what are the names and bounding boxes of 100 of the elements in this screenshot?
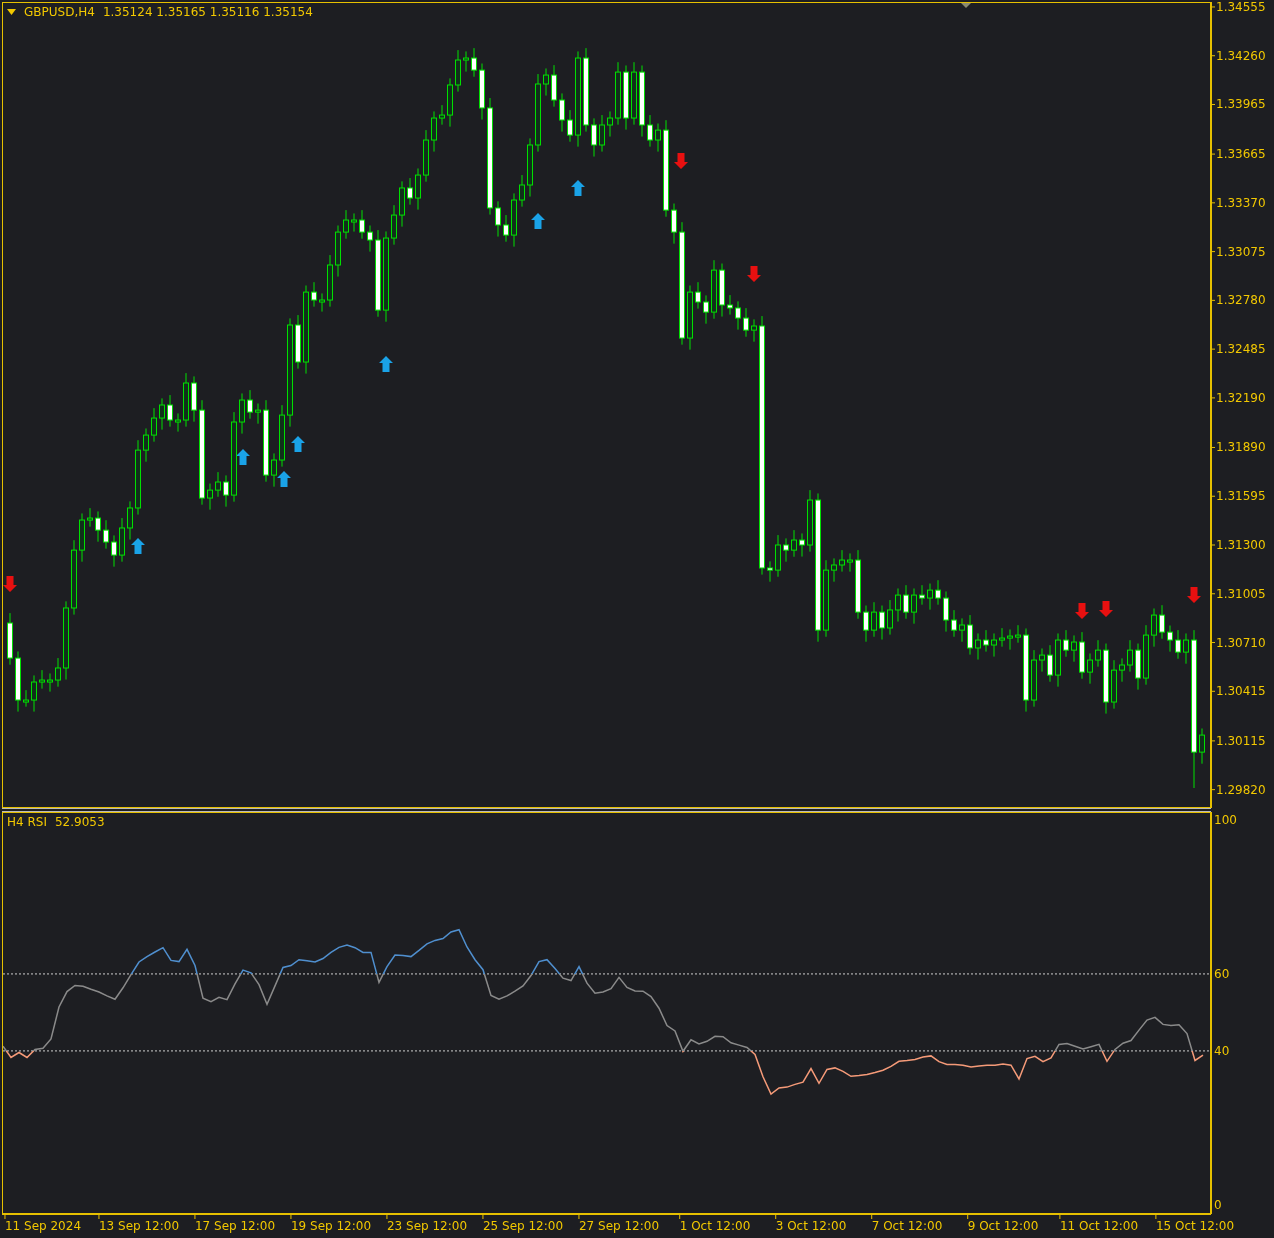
candle: [39, 669, 45, 690]
candle: [79, 512, 85, 563]
candle: [623, 65, 629, 131]
candle: [311, 281, 317, 308]
up-arrow-icon: [131, 538, 145, 554]
candle: [847, 552, 853, 573]
candle: [1159, 604, 1165, 640]
candle: [1127, 639, 1133, 673]
candle: [119, 517, 125, 563]
candle: [143, 427, 149, 463]
candle: [1175, 629, 1181, 660]
candle: [223, 474, 229, 508]
price-axis-label: 1.32780: [1216, 293, 1266, 308]
candle: [255, 403, 261, 425]
scroll-marker-icon: [961, 3, 971, 8]
candle: [15, 650, 21, 713]
candle: [279, 404, 285, 468]
candle: [519, 174, 525, 208]
candle: [271, 452, 277, 488]
candle: [159, 397, 165, 431]
candle: [23, 689, 29, 708]
candle: [1199, 728, 1205, 765]
candle: [767, 560, 773, 583]
candle: [407, 177, 413, 206]
candle: [447, 77, 453, 128]
candle: [1183, 632, 1189, 665]
candle: [863, 605, 869, 643]
candle: [1119, 657, 1125, 683]
up-arrow-icon: [236, 449, 250, 465]
candle: [671, 203, 677, 245]
up-arrow-icon: [277, 471, 291, 487]
candle: [31, 674, 37, 713]
candle: [655, 123, 661, 153]
candle: [455, 49, 461, 93]
candle: [207, 483, 213, 511]
candle: [551, 64, 557, 108]
price-axis-label: 1.30710: [1216, 635, 1266, 650]
candle: [599, 114, 605, 153]
up-arrow-icon: [291, 436, 305, 452]
indicator-axis-label: 60: [1214, 966, 1230, 981]
candle: [1135, 643, 1141, 691]
candle: [887, 599, 893, 636]
candle: [471, 47, 477, 78]
price-axis-label: 1.33665: [1216, 147, 1266, 162]
candle: [951, 609, 957, 638]
time-axis-label: 23 Sep 12:00: [386, 1219, 468, 1233]
candle: [511, 192, 517, 248]
candle: [391, 204, 397, 246]
candle: [215, 471, 221, 498]
price-axis-label: 1.31890: [1216, 440, 1266, 455]
candle: [967, 614, 973, 656]
candle: [807, 489, 813, 553]
candle: [735, 300, 741, 331]
price-axis-label: 1.33075: [1216, 244, 1266, 259]
candle: [895, 588, 901, 623]
candle: [367, 225, 373, 253]
candle: [1111, 659, 1117, 710]
candle: [783, 537, 789, 563]
candle: [399, 180, 405, 228]
candle: [927, 583, 933, 611]
candle: [719, 263, 725, 318]
candle: [1143, 624, 1149, 686]
candle: [919, 584, 925, 606]
candle: [247, 389, 253, 420]
time-axis-label: 3 Oct 12:00: [775, 1219, 847, 1233]
quote-values: 1.35124 1.35165 1.35116 1.35154: [102, 4, 313, 20]
candle: [191, 375, 197, 423]
down-arrow-icon: [3, 576, 17, 592]
candle: [991, 632, 997, 658]
indicator-axis-label: 100: [1214, 812, 1237, 827]
down-arrow-icon: [747, 266, 761, 282]
up-arrow-icon: [571, 180, 585, 196]
candle: [935, 579, 941, 606]
time-axis-label: 13 Sep 12:00: [98, 1219, 180, 1233]
up-arrow-icon: [531, 213, 545, 229]
candle: [47, 672, 53, 693]
price-axis-label: 1.31595: [1216, 489, 1266, 504]
indicator-label: H4 RSI: [7, 814, 47, 830]
candle: [791, 529, 797, 558]
candle: [175, 412, 181, 433]
candle: [127, 500, 133, 541]
down-arrow-icon: [1099, 601, 1113, 617]
candle: [1151, 608, 1157, 648]
price-axis-label: 1.30415: [1216, 684, 1266, 699]
candle: [1031, 649, 1037, 708]
candle: [7, 612, 13, 666]
up-arrow-icon: [379, 356, 393, 372]
candle: [831, 557, 837, 583]
candle: [335, 225, 341, 278]
candle: [799, 532, 805, 558]
candle: [151, 407, 157, 443]
candle: [871, 601, 877, 638]
price-axis-label: 1.31005: [1216, 586, 1266, 601]
candle: [479, 63, 485, 121]
dropdown-triangle-icon[interactable]: [7, 9, 16, 15]
candle: [695, 281, 701, 310]
candle: [1079, 631, 1085, 680]
candle: [1087, 652, 1093, 685]
time-axis-label: 17 Sep 12:00: [194, 1219, 276, 1233]
candle: [1039, 648, 1045, 673]
